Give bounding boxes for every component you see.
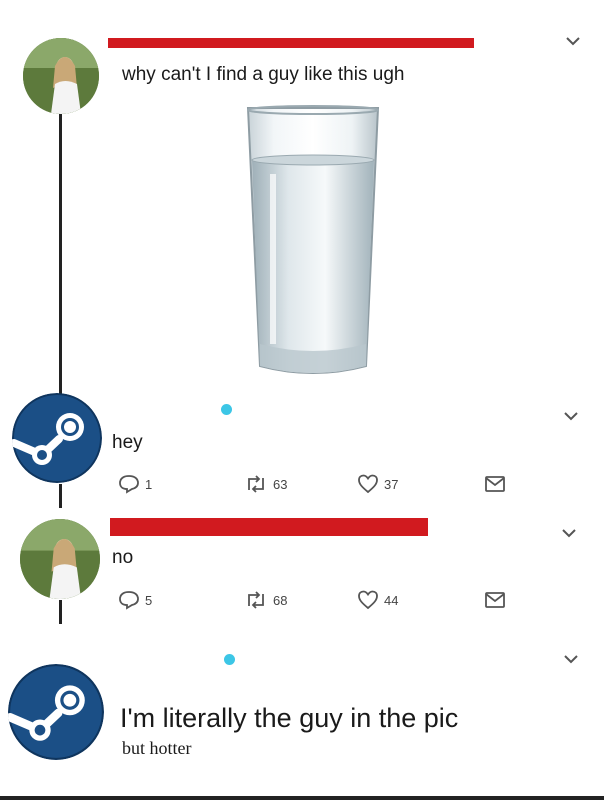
retweet-count: 63 [273,476,288,492]
share-button[interactable] [484,590,506,610]
tweet-text: why can't I find a guy like this ugh [122,64,405,85]
share-button[interactable] [484,474,506,494]
unread-dot [224,654,235,665]
retweet-icon [248,475,264,493]
user-avatar[interactable] [20,519,100,599]
tweet-text: hey [112,432,143,453]
steam-avatar[interactable] [12,393,102,483]
retweet-icon [248,591,264,609]
retweet-button[interactable]: 68 [244,590,287,610]
tweet-subtext: but hotter [122,738,192,758]
chevron-down-icon[interactable] [563,405,579,428]
unread-dot [221,404,232,415]
tweet-text: no [112,547,134,568]
retweet-button[interactable]: 63 [244,474,287,494]
reply-count: 1 [145,476,153,492]
chevron-down-icon[interactable] [563,648,579,671]
divider [0,796,604,800]
chevron-down-icon[interactable] [565,30,581,53]
tweet-text: I'm literally the guy in the pic [120,703,459,733]
redacted-username-bar [108,38,474,48]
user-avatar[interactable] [23,38,99,114]
thread-line [59,600,62,624]
glass-of-water-image [246,105,380,374]
thread-line [59,100,62,400]
reply-count: 5 [145,592,153,608]
like-count: 37 [384,476,399,492]
share-icon [485,476,505,492]
thread-line [59,484,62,508]
tweet-media-image[interactable] [238,104,388,384]
heart-icon [358,590,378,610]
reply-button[interactable]: 5 [118,590,152,610]
steam-logo-icon [8,664,104,760]
reply-icon [119,475,139,494]
heart-icon [358,474,378,494]
reply-icon [119,591,139,610]
redacted-username-bar [110,518,428,536]
steam-logo-icon [12,393,102,483]
like-count: 44 [384,592,399,608]
chevron-down-icon[interactable] [561,522,577,545]
reply-button[interactable]: 1 [118,474,152,494]
steam-avatar[interactable] [8,664,104,760]
like-button[interactable]: 37 [357,474,398,494]
like-button[interactable]: 44 [357,590,398,610]
share-icon [485,592,505,608]
retweet-count: 68 [273,592,288,608]
